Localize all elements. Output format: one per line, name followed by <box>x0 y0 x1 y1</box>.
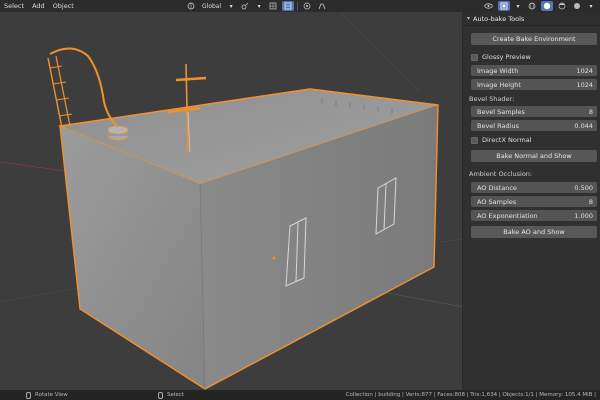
field-value: 1024 <box>576 80 593 89</box>
field-label: Image Width <box>477 66 519 75</box>
menu-add[interactable]: Add <box>28 2 49 10</box>
transform-tools: Global ▾ ▾ <box>185 1 328 11</box>
field-value: 1024 <box>576 66 593 75</box>
field-label: AO Samples <box>477 197 517 206</box>
status-bar: Rotate View Select Collection | building… <box>0 390 600 400</box>
transform-pivot-icon[interactable] <box>239 1 251 11</box>
status-select: Select <box>158 391 184 399</box>
panel-header[interactable]: ▾ Auto-bake Tools <box>463 12 600 26</box>
panel-title: Auto-bake Tools <box>473 14 525 23</box>
bake-normal-button[interactable]: Bake Normal and Show <box>471 150 597 162</box>
shading-controls: ▾ ▾ <box>482 1 596 11</box>
field-value: 0.044 <box>574 121 593 130</box>
viewport-header: Select Add Object Global ▾ ▾ ▾ ▾ <box>0 0 600 12</box>
bake-ao-button[interactable]: Bake AO and Show <box>471 226 597 238</box>
glossy-preview-checkbox[interactable]: Glossy Preview <box>471 52 531 62</box>
shading-wire-icon[interactable] <box>526 1 538 11</box>
chevron-down-icon[interactable]: ▾ <box>254 1 264 11</box>
directx-normal-label: DirectX Normal <box>482 136 532 144</box>
select-label: Select <box>167 392 184 398</box>
directx-normal-checkbox[interactable]: DirectX Normal <box>471 135 532 145</box>
field-value: 8 <box>588 107 593 116</box>
image-width-field[interactable]: Image Width 1024 <box>471 65 597 76</box>
grid-line <box>339 12 421 93</box>
object-origin <box>272 256 276 260</box>
menu-select[interactable]: Select <box>0 2 28 10</box>
shading-solid-icon[interactable] <box>541 1 553 11</box>
field-value: 8 <box>588 197 593 206</box>
autobake-panel: ▾ Auto-bake Tools Create Bake Environmen… <box>462 12 600 390</box>
shading-rendered-icon[interactable] <box>571 1 583 11</box>
divider <box>297 1 299 11</box>
shading-material-icon[interactable] <box>556 1 568 11</box>
image-height-field[interactable]: Image Height 1024 <box>471 79 597 90</box>
menu-object[interactable]: Object <box>49 2 78 10</box>
bevel-samples-field[interactable]: Bevel Samples 8 <box>471 106 597 117</box>
rotate-view-label: Rotate View <box>35 392 68 398</box>
glossy-preview-label: Glossy Preview <box>482 53 531 61</box>
field-label: Bevel Samples <box>477 107 525 116</box>
roof-cable <box>49 47 119 128</box>
orientation-icon[interactable] <box>185 1 197 11</box>
falloff-icon[interactable] <box>316 1 328 11</box>
checkbox-icon <box>471 53 478 61</box>
snap-icon[interactable] <box>267 1 279 11</box>
scene-stats: Collection | building | Verts:877 | Face… <box>345 392 596 398</box>
proportional-editing-icon[interactable] <box>301 1 313 11</box>
create-bake-environment-button[interactable]: Create Bake Environment <box>471 33 597 45</box>
chevron-down-icon[interactable]: ▾ <box>226 1 236 11</box>
field-label: Bevel Radius <box>477 121 519 130</box>
checkbox-icon <box>471 136 478 144</box>
status-rotate: Rotate View <box>26 391 68 399</box>
field-label: Image Height <box>477 80 521 89</box>
visibility-icon[interactable] <box>482 1 495 11</box>
field-label: AO Distance <box>477 183 517 192</box>
chevron-down-icon[interactable]: ▾ <box>586 1 596 11</box>
chevron-down-icon: ▾ <box>467 15 471 22</box>
ao-section-label: Ambient Occlusion: <box>469 170 533 178</box>
ao-exponentiation-field[interactable]: AO Exponentiation 1.000 <box>471 210 597 221</box>
field-label: AO Exponentiation <box>477 211 538 220</box>
mouse-icon <box>158 391 163 399</box>
ao-distance-field[interactable]: AO Distance 0.500 <box>471 182 597 193</box>
field-value: 1.000 <box>574 211 593 220</box>
xray-icon[interactable] <box>498 1 510 11</box>
snap-increment-icon[interactable] <box>282 1 295 11</box>
mouse-icon <box>26 391 31 399</box>
field-value: 0.500 <box>574 183 593 192</box>
bevel-radius-field[interactable]: Bevel Radius 0.044 <box>471 120 597 131</box>
chevron-down-icon[interactable]: ▾ <box>513 1 523 11</box>
ao-samples-field[interactable]: AO Samples 8 <box>471 196 597 207</box>
orientation-dropdown[interactable]: Global <box>200 1 223 11</box>
bevel-section-label: Bevel Shader: <box>469 95 515 103</box>
